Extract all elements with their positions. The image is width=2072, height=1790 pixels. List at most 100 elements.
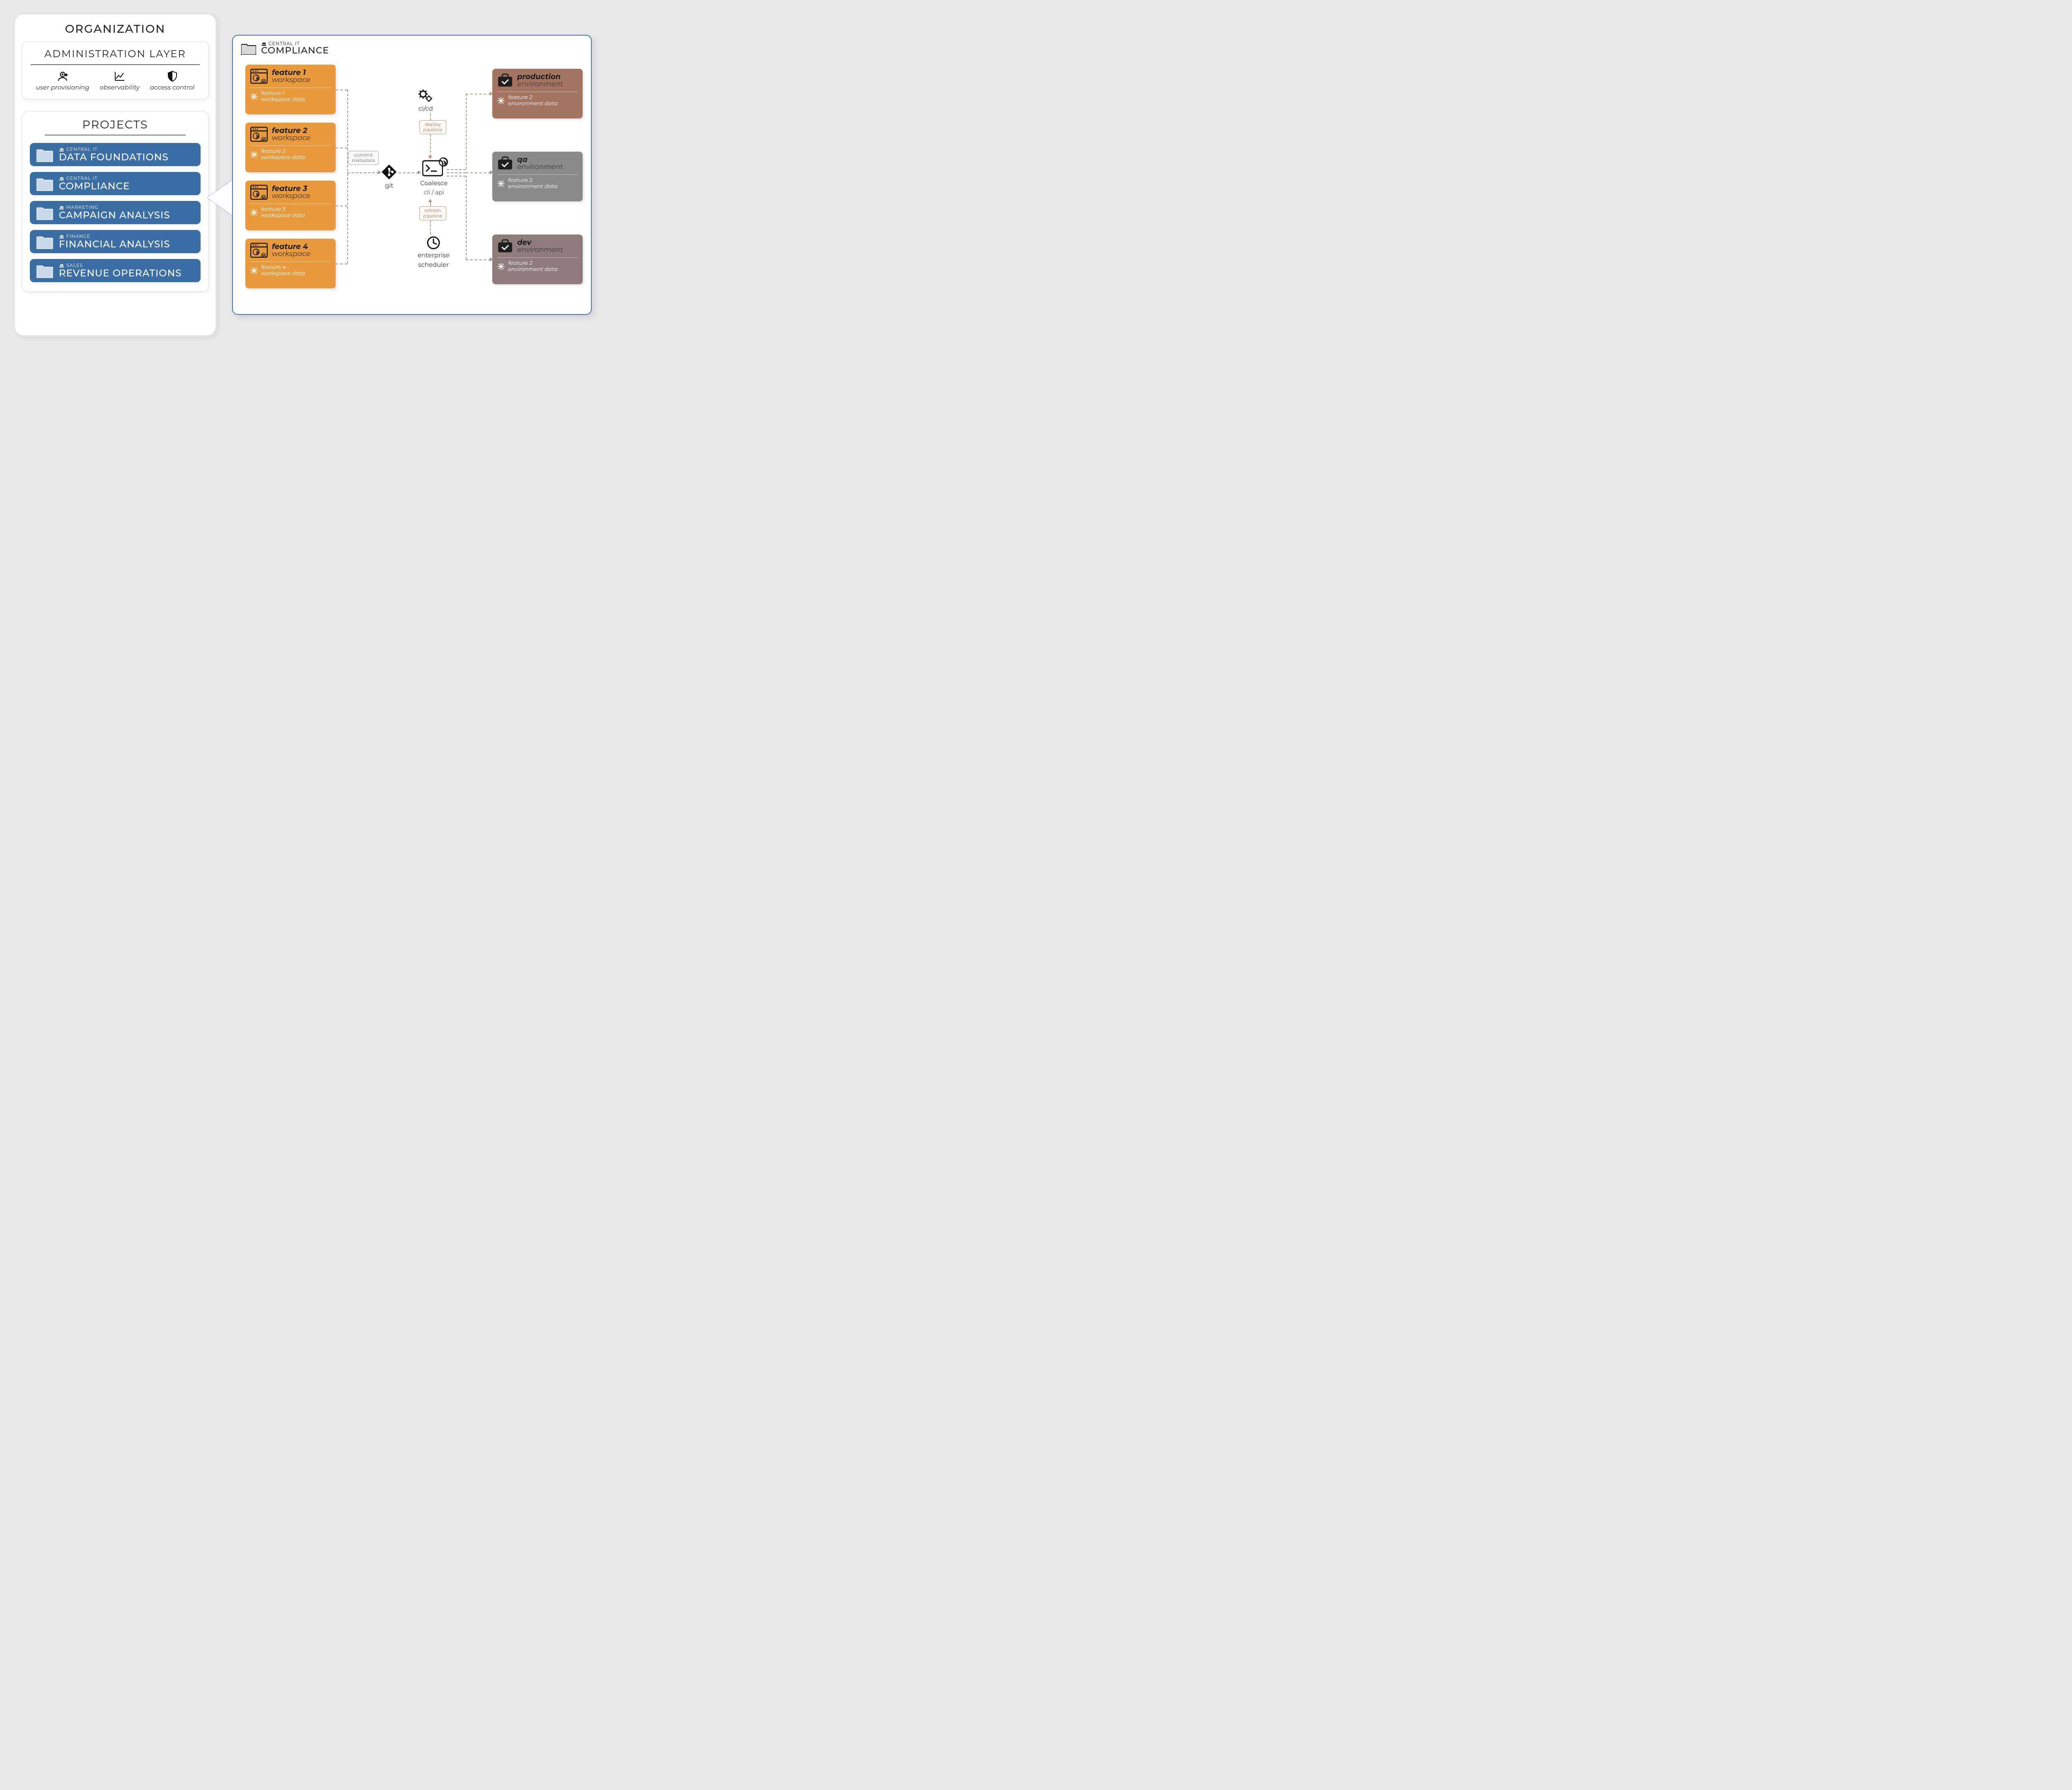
team-icon: [59, 206, 65, 210]
project-name: REVENUE OPERATIONS: [59, 268, 182, 278]
git-label: git: [385, 181, 393, 189]
folder-icon: [36, 234, 53, 249]
folder-icon: [36, 263, 53, 278]
admin-item-access-control: access control: [150, 71, 195, 91]
project-name: CAMPAIGN ANALYSIS: [59, 210, 170, 220]
shield-icon: [167, 71, 178, 82]
git-node: git: [381, 164, 397, 189]
workspace-data-line: workspace data: [261, 271, 305, 277]
project-dept: SALES: [59, 263, 182, 268]
swirl-icon: [253, 133, 259, 139]
workspace-icon: [250, 243, 268, 258]
admin-layer-title: ADMINISTRATION LAYER: [31, 48, 200, 60]
project-item-revenue-operations[interactable]: SALES REVENUE OPERATIONS: [30, 259, 201, 282]
cicd-node: ci/cd: [419, 90, 433, 112]
divider: [250, 261, 331, 262]
swirl-icon: [253, 191, 259, 197]
environment-card-dev[interactable]: devenvironment feature 2environment data: [492, 235, 583, 284]
admin-item-user-provisioning: user provisioning: [36, 71, 89, 91]
environment-card-qa[interactable]: qaenvironment feature 2environment data: [492, 152, 583, 201]
divider: [250, 87, 331, 88]
folder-icon: [241, 42, 256, 55]
chart-line-icon: [114, 71, 125, 82]
team-icon: [59, 235, 65, 239]
user-group-icon: [57, 71, 68, 82]
clock-icon: [427, 236, 440, 249]
project-item-financial-analysis[interactable]: FINANCE FINANCIAL ANALYSIS: [30, 230, 201, 253]
project-item-compliance[interactable]: CENTRAL IT COMPLIANCE: [30, 172, 201, 195]
briefcase-icon: [497, 73, 513, 87]
swirl-icon: [439, 157, 448, 167]
team-icon: [59, 264, 65, 268]
workspace-data-line: feature 2: [261, 148, 305, 155]
snowflake-icon: [250, 267, 258, 274]
projects-card: PROJECTS CENTRAL IT DATA FOUNDATIONS CEN…: [22, 111, 209, 292]
connector: [399, 172, 419, 173]
environment-data-line: feature 2: [508, 94, 558, 101]
project-dept: MARKETING: [59, 205, 170, 210]
arrow-icon: [490, 257, 493, 261]
project-dept: FINANCE: [59, 234, 170, 239]
divider: [497, 174, 578, 175]
cicd-label: ci/cd: [419, 104, 433, 112]
workspace-data-line: workspace data: [261, 213, 305, 219]
divider: [250, 203, 331, 204]
arrow-icon: [428, 199, 432, 202]
connector: [447, 176, 466, 177]
snowflake-icon: [497, 180, 505, 187]
connector: [466, 94, 467, 169]
connector: [447, 172, 466, 173]
divider: [497, 257, 578, 258]
coalesce-label-1: Coalesce: [420, 179, 448, 187]
workspace-icon: [250, 127, 268, 142]
workspace-icon: [250, 69, 268, 84]
project-name: COMPLIANCE: [59, 181, 130, 191]
git-icon: [381, 164, 397, 180]
coalesce-label-2: cli / api: [424, 189, 444, 196]
team-icon: [260, 195, 267, 199]
projects-title: PROJECTS: [30, 118, 201, 131]
environment-card-production[interactable]: productionenvironment feature 2environme…: [492, 69, 583, 119]
workspace-icon: [250, 185, 268, 200]
workspace-card-feature-2[interactable]: feature 2workspace feature 2workspace da…: [245, 123, 336, 172]
briefcase-icon: [497, 239, 513, 253]
detail-header: CENTRAL IT COMPLIANCE: [241, 41, 583, 55]
workspace-card-feature-1[interactable]: feature 1workspace feature 1workspace da…: [245, 65, 336, 114]
workspace-card-feature-3[interactable]: feature 3workspace feature 3workspace da…: [245, 181, 336, 230]
project-item-data-foundations[interactable]: CENTRAL IT DATA FOUNDATIONS: [30, 143, 201, 166]
workspace-card-feature-4[interactable]: feature 4workspace feature 4workspace da…: [245, 239, 336, 288]
project-dept: CENTRAL IT: [59, 147, 169, 152]
workspace-subtitle: workspace: [272, 193, 310, 200]
workspace-data-line: feature 1: [261, 90, 305, 97]
arrow-icon: [378, 170, 381, 174]
scheduler-label-1: enterprise: [418, 251, 449, 259]
scheduler-label-2: scheduler: [418, 261, 449, 268]
environment-data-line: environment data: [508, 184, 558, 190]
coalesce-node: Coalesce cli / api: [420, 159, 448, 196]
admin-item-label: observability: [100, 83, 140, 91]
project-name: DATA FOUNDATIONS: [59, 152, 169, 162]
environment-data-line: environment data: [508, 266, 558, 273]
admin-layer-card: ADMINISTRATION LAYER user provisioning o…: [22, 41, 209, 99]
workspace-data-line: workspace data: [261, 155, 305, 161]
team-icon: [260, 137, 267, 141]
team-icon: [260, 79, 267, 83]
connector: [430, 134, 431, 157]
swirl-icon: [253, 249, 259, 255]
team-icon: [59, 148, 65, 152]
folder-icon: [36, 205, 53, 220]
admin-item-label: access control: [150, 83, 195, 91]
commit-metadata-tag: commit metadata: [348, 151, 379, 165]
project-detail-panel: CENTRAL IT COMPLIANCE feature 1workspace…: [232, 35, 592, 315]
scheduler-node: enterprise scheduler: [418, 236, 449, 268]
swirl-icon: [253, 75, 259, 81]
project-item-campaign-analysis[interactable]: MARKETING CAMPAIGN ANALYSIS: [30, 201, 201, 224]
deploy-pipeline-tag: deploy pipeline: [419, 120, 446, 134]
workspace-data-line: workspace data: [261, 97, 305, 103]
snowflake-icon: [250, 93, 258, 100]
divider: [250, 145, 331, 146]
gears-icon: [419, 90, 433, 103]
connector: [347, 90, 348, 264]
environment-subtitle: environment: [517, 164, 563, 171]
snowflake-icon: [250, 151, 258, 158]
